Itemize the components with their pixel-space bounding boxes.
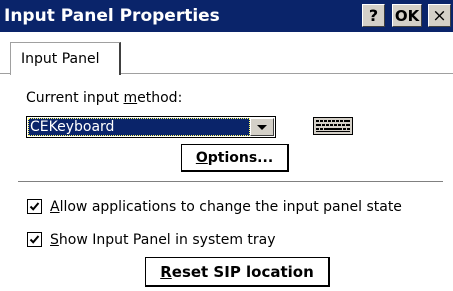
options-label: ptions... bbox=[207, 149, 274, 166]
divider bbox=[18, 181, 443, 183]
label-accel: m bbox=[123, 90, 138, 106]
show-accel: S bbox=[50, 232, 59, 248]
tab-input-panel[interactable]: Input Panel bbox=[10, 42, 121, 75]
show-tray-label[interactable]: Show Input Panel in system tray bbox=[50, 232, 276, 248]
title-bar: Input Panel Properties ? OK × bbox=[0, 0, 453, 32]
input-method-select[interactable]: CEKeyboard bbox=[26, 116, 276, 138]
checkmark-icon bbox=[29, 202, 40, 211]
properties-dialog: Input Panel Properties ? OK × Input Pane… bbox=[0, 0, 453, 291]
input-method-label: Current input method: bbox=[26, 90, 182, 106]
help-button[interactable]: ? bbox=[362, 4, 385, 27]
keyboard-icon[interactable] bbox=[313, 117, 353, 135]
chevron-down-icon bbox=[257, 125, 267, 130]
allow-apps-checkbox[interactable] bbox=[27, 199, 42, 214]
dropdown-button[interactable] bbox=[250, 118, 274, 136]
options-button[interactable]: Options... bbox=[181, 144, 289, 172]
ok-button[interactable]: OK bbox=[392, 4, 422, 27]
checkmark-icon bbox=[29, 235, 40, 244]
options-accel: O bbox=[195, 149, 208, 166]
label-suffix: ethod: bbox=[137, 90, 183, 106]
close-button[interactable]: × bbox=[428, 4, 451, 27]
show-tray-checkbox[interactable] bbox=[27, 232, 42, 247]
allow-accel: A bbox=[50, 199, 60, 215]
input-method-value: CEKeyboard bbox=[28, 118, 250, 136]
allow-apps-label[interactable]: Allow applications to change the input p… bbox=[50, 199, 402, 215]
window-title: Input Panel Properties bbox=[4, 6, 220, 26]
reset-accel: R bbox=[160, 262, 172, 281]
reset-label: eset SIP location bbox=[171, 262, 314, 281]
show-text: how Input Panel in system tray bbox=[58, 232, 276, 248]
reset-sip-button[interactable]: Reset SIP location bbox=[145, 257, 330, 287]
allow-text: llow applications to change the input pa… bbox=[59, 199, 402, 215]
label-prefix: Current input bbox=[26, 90, 124, 106]
tab-label: Input Panel bbox=[21, 51, 100, 67]
